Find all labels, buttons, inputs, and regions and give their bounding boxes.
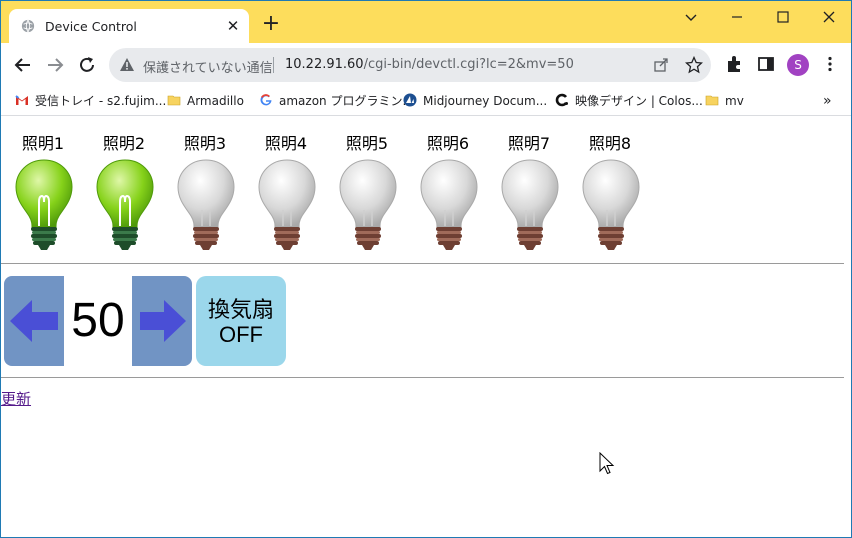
bookmark-label: mv — [725, 94, 744, 108]
light-label: 照明8 — [588, 134, 632, 153]
divider — [1, 263, 844, 264]
light-bulb-off-icon — [501, 159, 559, 250]
bookmark-item[interactable]: mv — [705, 92, 744, 110]
light-8-button[interactable]: 照明8 — [570, 116, 650, 256]
light-bulb-off-icon — [258, 159, 316, 250]
tab-search-icon[interactable] — [681, 7, 701, 27]
bookmark-item[interactable]: Midjourney Docum... — [403, 92, 547, 110]
divider — [1, 377, 844, 378]
bookmark-star-icon[interactable] — [685, 56, 703, 74]
fan-toggle-button[interactable]: 換気扇 OFF — [196, 276, 286, 366]
level-value: 50 — [71, 294, 125, 347]
address-bar[interactable]: 保護されていない通信 10.22.91.60/cgi-bin/devctl.cg… — [109, 48, 711, 82]
decrease-button[interactable] — [4, 276, 64, 366]
profile-avatar[interactable]: S — [787, 54, 809, 76]
fan-state: OFF — [219, 322, 263, 347]
increase-button[interactable] — [132, 276, 192, 366]
left-arrow-icon — [10, 300, 58, 342]
light-label: 照明2 — [102, 134, 146, 153]
fan-label: 換気扇 — [207, 298, 274, 323]
tab-strip: Device Control ✕ + — [1, 1, 851, 43]
folder-icon — [167, 95, 181, 106]
light-label: 照明5 — [345, 134, 389, 153]
bookmark-item[interactable]: amazon プログラミン... — [259, 92, 414, 110]
back-icon[interactable] — [11, 53, 35, 77]
tab-close-icon[interactable]: ✕ — [225, 18, 241, 34]
close-window-icon[interactable] — [819, 7, 839, 27]
bookmark-item[interactable]: Armadillo — [167, 92, 244, 110]
light-label: 照明7 — [507, 134, 551, 153]
maximize-icon[interactable] — [773, 7, 793, 27]
google-icon — [260, 94, 272, 106]
share-icon[interactable] — [653, 57, 669, 73]
bookmark-label: amazon プログラミン... — [279, 94, 414, 108]
security-status-text: 保護されていない通信 — [143, 61, 273, 76]
extensions-icon[interactable] — [725, 55, 743, 73]
folder-icon — [705, 95, 719, 106]
light-label: 照明1 — [21, 134, 65, 153]
menu-kebab-icon[interactable] — [821, 55, 839, 73]
colos-icon — [555, 93, 568, 107]
light-bulb-on-icon — [15, 159, 73, 250]
minimize-icon[interactable] — [727, 7, 747, 27]
tab-device-control[interactable]: Device Control ✕ — [9, 9, 249, 43]
light-4-button[interactable]: 照明4 — [246, 116, 326, 256]
tab-title: Device Control — [45, 19, 137, 34]
light-bulb-off-icon — [420, 159, 478, 250]
url-host: 10.22.91.60 — [285, 57, 364, 72]
light-bulb-off-icon — [177, 159, 235, 250]
bookmark-label: 映像デザイン | Colos... — [575, 94, 703, 108]
light-3-button[interactable]: 照明3 — [165, 116, 245, 256]
light-2-button[interactable]: 照明2 — [84, 116, 164, 256]
light-1-button[interactable]: 照明1 — [3, 116, 83, 256]
bookmark-label: 受信トレイ - s2.fujim... — [35, 94, 167, 108]
right-arrow-icon — [140, 300, 186, 342]
light-label: 照明6 — [426, 134, 470, 153]
bookmark-label: Midjourney Docum... — [423, 94, 548, 108]
device-control-page: 照明1 照明2 照明3 照明4 照明5 照明6 照明7 照明8 50 換気扇 OFF 更新 — [1, 116, 851, 537]
globe-icon — [21, 19, 35, 33]
side-panel-icon[interactable] — [757, 55, 775, 73]
browser-toolbar: 保護されていない通信 10.22.91.60/cgi-bin/devctl.cg… — [1, 43, 851, 87]
new-tab-icon[interactable]: + — [259, 13, 283, 37]
light-5-button[interactable]: 照明5 — [327, 116, 407, 256]
light-bulb-on-icon — [96, 159, 154, 250]
bookmarks-bar: 受信トレイ - s2.fujim... Armadillo amazon プログ… — [1, 87, 851, 116]
light-7-button[interactable]: 照明7 — [489, 116, 569, 256]
light-label: 照明3 — [183, 134, 227, 153]
midjourney-icon — [403, 93, 417, 107]
warning-icon[interactable] — [119, 57, 135, 73]
gmail-icon — [15, 95, 28, 105]
light-label: 照明4 — [264, 134, 308, 153]
light-bulb-off-icon — [582, 159, 640, 250]
bookmark-item[interactable]: 映像デザイン | Colos... — [555, 92, 703, 110]
url-text[interactable]: 10.22.91.60/cgi-bin/devctl.cgi?lc=2&mv=5… — [285, 57, 574, 72]
more-bookmarks-icon[interactable]: » — [823, 92, 832, 110]
divider — [273, 57, 274, 73]
light-bulb-off-icon — [339, 159, 397, 250]
refresh-link[interactable]: 更新 — [1, 388, 31, 409]
light-6-button[interactable]: 照明6 — [408, 116, 488, 256]
url-path: /cgi-bin/devctl.cgi?lc=2&mv=50 — [363, 57, 574, 72]
browser-window: Device Control ✕ + 保護されていない通信 10.22.91.6… — [0, 0, 852, 538]
reload-icon[interactable] — [75, 53, 99, 77]
bookmark-label: Armadillo — [187, 94, 244, 108]
bookmark-item[interactable]: 受信トレイ - s2.fujim... — [15, 92, 166, 110]
mouse-cursor-icon — [599, 452, 615, 475]
forward-icon[interactable] — [43, 53, 67, 77]
